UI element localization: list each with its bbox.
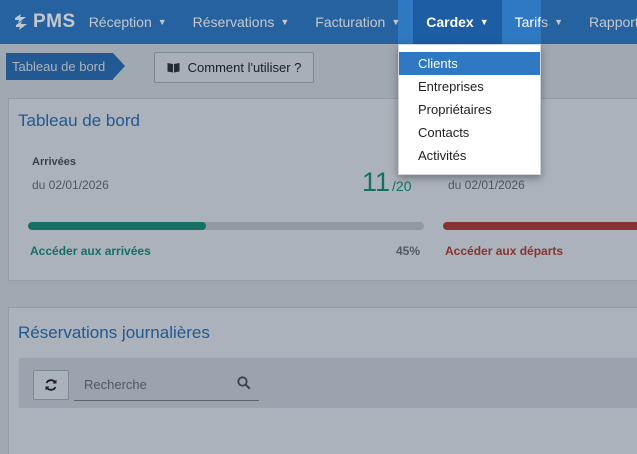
arrivals-progress-bar	[28, 222, 424, 230]
reservations-title: Réservations journalières	[18, 323, 210, 342]
nav-facturation[interactable]: Facturation ▼	[302, 0, 413, 44]
arrivals-link[interactable]: Accéder aux arrivées	[30, 244, 151, 258]
arrivals-percent: 45%	[396, 244, 421, 258]
caret-down-icon: ▼	[391, 17, 401, 27]
menu-item-proprietaires[interactable]: Propriétaires	[399, 98, 540, 121]
departures-link[interactable]: Accéder aux départs	[445, 244, 563, 258]
nav-cardex[interactable]: Cardex ▼	[413, 0, 502, 44]
departures-date: du 02/01/2026	[448, 178, 525, 192]
arrivals-label: Arrivées	[32, 156, 77, 168]
help-button-label: Comment l'utiliser ?	[187, 60, 302, 75]
bolt-icon	[15, 14, 27, 30]
nav-reception[interactable]: Réception ▼	[76, 0, 180, 44]
arrivals-progress-fill	[28, 222, 207, 230]
nav-label: Tarifs	[514, 14, 549, 30]
dashboard-panel: Tableau de bord Arrivées du 02/01/2026 1…	[8, 98, 637, 281]
book-icon	[167, 63, 180, 73]
nav-label: Réception	[88, 14, 152, 30]
refresh-icon	[45, 379, 57, 391]
menu-item-activites[interactable]: Activités	[399, 144, 540, 167]
brand-logo[interactable]: PMS	[0, 0, 76, 44]
menu-item-entreprises[interactable]: Entreprises	[399, 75, 540, 98]
caret-down-icon: ▼	[479, 17, 489, 27]
arrivals-date: du 02/01/2026	[32, 178, 109, 192]
dashboard-title: Tableau de bord	[18, 111, 140, 130]
nav-label: Réservations	[192, 14, 275, 30]
caret-down-icon: ▼	[280, 17, 290, 27]
search-field	[74, 368, 259, 401]
breadcrumb[interactable]: Tableau de bord	[6, 53, 126, 80]
menu-item-clients[interactable]: Clients	[399, 52, 540, 75]
search-icon[interactable]	[237, 376, 251, 390]
nav-label: Facturation	[315, 14, 386, 30]
nav-rapports[interactable]: Rapports ▼	[576, 0, 637, 44]
arrivals-total: /20	[392, 178, 412, 194]
brand-name: PMS	[33, 11, 76, 32]
top-navbar: PMS Réception ▼ Réservations ▼ Facturati…	[0, 0, 637, 44]
arrivals-count-value: 11	[362, 167, 391, 197]
search-input[interactable]	[74, 368, 234, 400]
caret-down-icon: ▼	[554, 17, 564, 27]
caret-down-icon: ▼	[157, 17, 167, 27]
cardex-dropdown-menu: Clients Entreprises Propriétaires Contac…	[398, 44, 541, 175]
filter-bar	[19, 358, 637, 408]
breadcrumb-label: Tableau de bord	[12, 59, 106, 74]
reservations-panel: Réservations journalières	[8, 307, 637, 454]
nav-label: Cardex	[426, 14, 474, 30]
departures-progress-bar	[443, 222, 637, 230]
nav-tarifs[interactable]: Tarifs ▼	[502, 0, 576, 44]
refresh-button[interactable]	[33, 370, 69, 400]
help-button[interactable]: Comment l'utiliser ?	[154, 52, 314, 83]
nav-label: Rapports	[589, 14, 637, 30]
nav-reservations[interactable]: Réservations ▼	[180, 0, 303, 44]
menu-item-contacts[interactable]: Contacts	[399, 121, 540, 144]
